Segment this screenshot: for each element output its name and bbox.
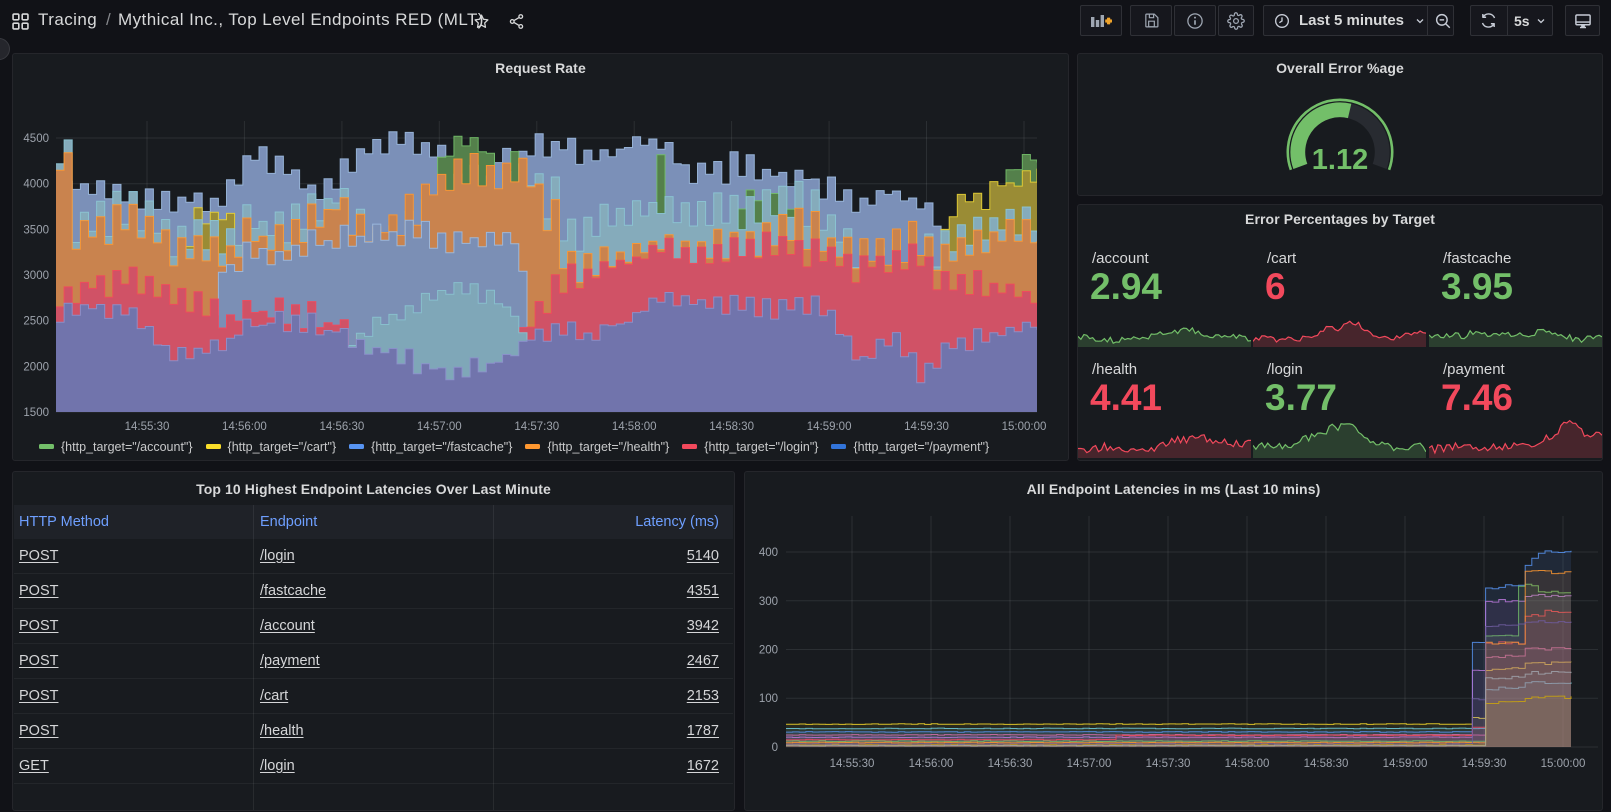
svg-text:200: 200 <box>759 645 778 657</box>
svg-text:0: 0 <box>772 742 778 754</box>
svg-text:15:00:00: 15:00:00 <box>1002 421 1047 433</box>
svg-text:14:58:30: 14:58:30 <box>709 421 754 433</box>
svg-text:2000: 2000 <box>23 361 49 373</box>
svg-text:100: 100 <box>759 693 778 705</box>
svg-text:3000: 3000 <box>23 270 49 282</box>
svg-text:300: 300 <box>759 596 778 608</box>
svg-text:14:55:30: 14:55:30 <box>125 421 170 433</box>
svg-text:14:57:30: 14:57:30 <box>514 421 559 433</box>
svg-text:14:56:30: 14:56:30 <box>320 421 365 433</box>
svg-text:14:59:30: 14:59:30 <box>904 421 949 433</box>
svg-text:14:58:00: 14:58:00 <box>612 421 657 433</box>
svg-text:14:56:00: 14:56:00 <box>909 758 954 770</box>
svg-text:14:56:30: 14:56:30 <box>988 758 1033 770</box>
svg-text:14:57:00: 14:57:00 <box>417 421 462 433</box>
svg-text:15:00:00: 15:00:00 <box>1541 758 1586 770</box>
svg-text:14:59:00: 14:59:00 <box>807 421 852 433</box>
svg-text:3500: 3500 <box>23 224 49 236</box>
svg-text:14:56:00: 14:56:00 <box>222 421 267 433</box>
svg-text:14:59:30: 14:59:30 <box>1462 758 1507 770</box>
svg-text:2500: 2500 <box>23 316 49 328</box>
svg-text:14:59:00: 14:59:00 <box>1383 758 1428 770</box>
svg-text:1500: 1500 <box>23 407 49 419</box>
svg-text:14:55:30: 14:55:30 <box>830 758 875 770</box>
svg-text:14:58:30: 14:58:30 <box>1304 758 1349 770</box>
svg-text:400: 400 <box>759 547 778 559</box>
svg-text:14:57:00: 14:57:00 <box>1067 758 1112 770</box>
svg-text:1.12: 1.12 <box>1312 144 1368 176</box>
svg-text:14:58:00: 14:58:00 <box>1225 758 1270 770</box>
svg-text:4000: 4000 <box>23 179 49 191</box>
svg-text:4500: 4500 <box>23 133 49 145</box>
svg-text:14:57:30: 14:57:30 <box>1146 758 1191 770</box>
